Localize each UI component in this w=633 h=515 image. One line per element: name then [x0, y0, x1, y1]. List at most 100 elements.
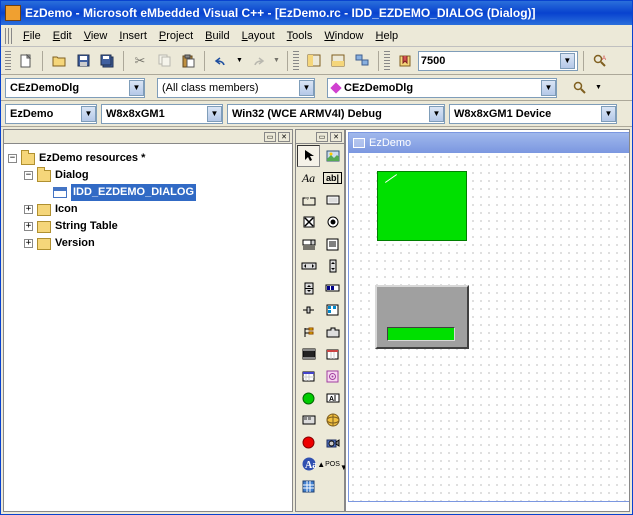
workspace-button[interactable] [303, 50, 325, 72]
expand-icon[interactable]: + [24, 205, 33, 214]
edit-tool[interactable]: ab| [321, 167, 344, 189]
menu-tools[interactable]: Tools [281, 28, 319, 44]
tree-dialog-folder[interactable]: − Dialog [8, 167, 288, 184]
menu-insert[interactable]: Insert [113, 28, 153, 44]
group-tool[interactable]: xy [297, 189, 320, 211]
chevron-down-icon[interactable]: ▼ [299, 80, 314, 96]
combobox-tool[interactable] [297, 233, 320, 255]
dialog-body[interactable] [349, 153, 630, 501]
output-button[interactable] [327, 50, 349, 72]
chevron-down-icon[interactable]: ▼ [81, 106, 96, 122]
htmlview-tool[interactable] [321, 409, 344, 431]
grid-tool[interactable] [297, 475, 320, 497]
cut-button[interactable]: ✂ [129, 50, 151, 72]
copy-button[interactable] [153, 50, 175, 72]
tree-string-folder[interactable]: + String Table [8, 218, 288, 235]
new-button[interactable] [15, 50, 37, 72]
toolbar-grip-2[interactable] [293, 51, 299, 71]
class-combo[interactable]: CEzDemoDlg ▼ [5, 78, 145, 98]
menu-file[interactable]: File [17, 28, 47, 44]
green-control[interactable] [377, 171, 467, 241]
stop-tool[interactable] [297, 387, 320, 409]
chevron-down-icon[interactable]: ▼ [541, 80, 556, 96]
chevron-down-icon[interactable]: ▼ [601, 106, 616, 122]
custom-tool[interactable] [321, 365, 344, 387]
tree-version-folder[interactable]: + Version [8, 235, 288, 252]
camera-tool[interactable] [321, 431, 344, 453]
panel-close-button[interactable]: ✕ [278, 132, 290, 142]
menu-project[interactable]: Project [153, 28, 199, 44]
tree-root[interactable]: − EzDemo resources * [8, 150, 288, 167]
slider-tool[interactable] [297, 299, 320, 321]
hscroll-tool[interactable] [297, 255, 320, 277]
zoom-combo[interactable]: 7500 ▼ [418, 51, 578, 71]
menu-build[interactable]: Build [199, 28, 235, 44]
menubar-grip[interactable] [5, 28, 13, 44]
picture-tool[interactable] [321, 145, 344, 167]
expand-icon[interactable]: + [24, 239, 33, 248]
undo-dropdown[interactable]: ▼ [234, 57, 245, 64]
vscroll-tool[interactable] [321, 255, 344, 277]
progress-tool[interactable] [321, 277, 344, 299]
chevron-down-icon[interactable]: ▼ [560, 53, 575, 69]
panel-pin-button[interactable]: ▭ [264, 132, 276, 142]
pointer-tool[interactable] [297, 145, 320, 167]
panel-close-button[interactable]: ✕ [330, 132, 342, 142]
chevron-down-icon[interactable]: ▼ [429, 106, 444, 122]
toolbar-grip[interactable] [5, 51, 11, 71]
radio-tool[interactable] [321, 211, 344, 233]
datetime-tool[interactable] [321, 343, 344, 365]
panel-pin-button[interactable]: ▭ [316, 132, 328, 142]
project-combo[interactable]: EzDemo ▼ [5, 104, 97, 124]
save-button[interactable] [72, 50, 94, 72]
find-button[interactable]: A [589, 50, 611, 72]
menu-help[interactable]: Help [370, 28, 405, 44]
capedit-tool[interactable]: A [321, 387, 344, 409]
listctrl-tool[interactable] [321, 299, 344, 321]
save-all-button[interactable] [96, 50, 118, 72]
monthcal-tool[interactable] [297, 365, 320, 387]
collapse-icon[interactable]: − [8, 154, 17, 163]
bookmark-button[interactable] [394, 50, 416, 72]
device-combo[interactable]: W8x8xGM1 Device ▼ [449, 104, 617, 124]
redo-dropdown[interactable]: ▼ [271, 57, 282, 64]
tree-dialog-item[interactable]: IDD_EZDEMO_DIALOG [8, 184, 288, 201]
paste-button[interactable] [177, 50, 199, 72]
config-combo[interactable]: Win32 (WCE ARMV4I) Debug ▼ [227, 104, 445, 124]
collapse-icon[interactable]: − [24, 171, 33, 180]
spin-tool[interactable] [297, 277, 320, 299]
redo-button[interactable] [247, 50, 269, 72]
listbox-tool[interactable] [321, 233, 344, 255]
progress-control[interactable] [387, 327, 455, 341]
animate-tool[interactable] [297, 343, 320, 365]
toolbar-grip-3[interactable] [384, 51, 390, 71]
treectrl-tool[interactable] [297, 321, 320, 343]
bar-grip[interactable] [149, 79, 153, 97]
menu-edit[interactable]: Edit [47, 28, 78, 44]
open-button[interactable] [48, 50, 70, 72]
chevron-down-icon[interactable]: ▼ [129, 80, 144, 96]
bar-grip[interactable] [561, 79, 565, 97]
expand-icon[interactable]: + [24, 222, 33, 231]
menu-window[interactable]: Window [318, 28, 369, 44]
tab-tool[interactable] [321, 321, 344, 343]
pos-tool[interactable]: ▲POS▼ [321, 453, 344, 475]
dialog-preview[interactable]: EzDemo [348, 132, 630, 502]
resource-tree[interactable]: − EzDemo resources * − Dialog IDD_EZDEMO… [4, 144, 292, 258]
commandbar-tool[interactable] [297, 409, 320, 431]
static-text-tool[interactable]: Aa [297, 167, 320, 189]
sdk-combo[interactable]: W8x8xGM1 ▼ [101, 104, 223, 124]
goto-dropdown[interactable]: ▼ [595, 84, 602, 91]
panel-control[interactable] [375, 285, 469, 349]
checkbox-tool[interactable] [297, 211, 320, 233]
design-surface[interactable]: EzDemo [345, 129, 630, 512]
chevron-down-icon[interactable]: ▼ [207, 106, 222, 122]
menu-view[interactable]: View [78, 28, 114, 44]
goto-button[interactable] [569, 77, 591, 99]
tree-icon-folder[interactable]: + Icon [8, 201, 288, 218]
button-tool[interactable] [321, 189, 344, 211]
menu-layout[interactable]: Layout [236, 28, 281, 44]
undo-button[interactable] [210, 50, 232, 72]
window-list-button[interactable] [351, 50, 373, 72]
bar-grip[interactable] [319, 79, 323, 97]
